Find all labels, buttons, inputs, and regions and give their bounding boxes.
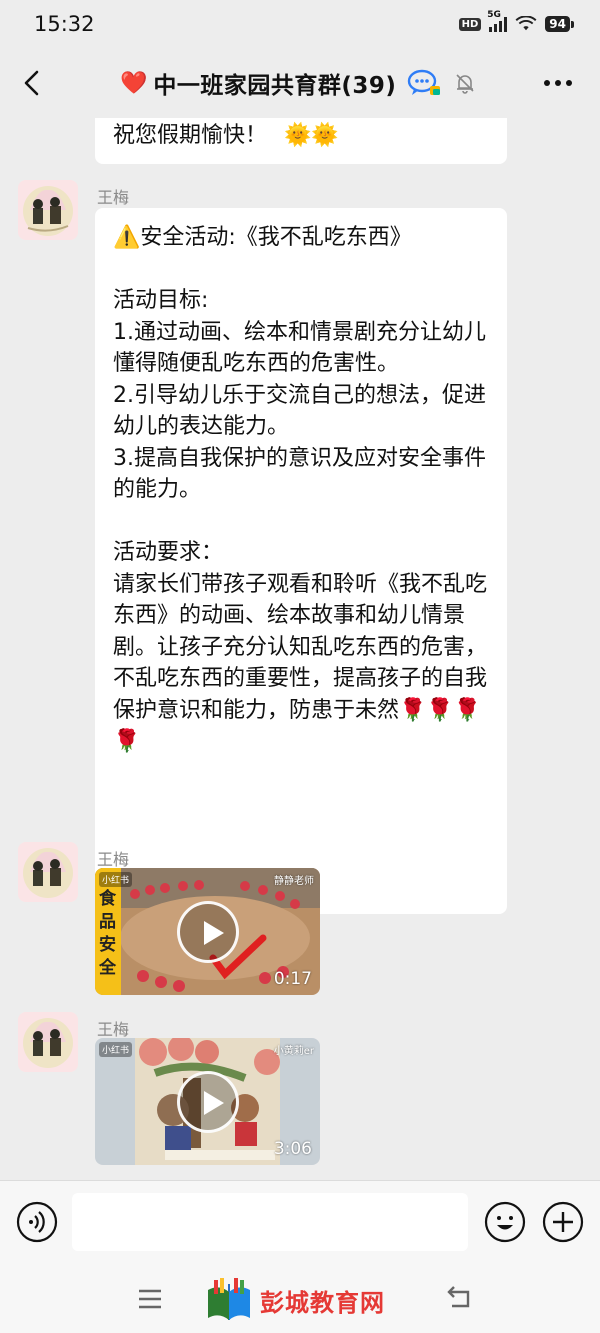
chat-title: 中一班家园共育群(39) [153,73,397,99]
play-icon[interactable] [176,1070,239,1133]
avatar[interactable] [18,180,78,240]
video-source-tag: 小红书 [99,872,133,887]
video-duration: 3:06 [273,1139,312,1159]
video-author-tag: 小黄莉er [273,1046,314,1057]
sender-name: 王梅 [97,850,130,869]
video-side-title: 食品安全 [99,889,116,978]
video-author-tag: 静静老师 [274,876,314,887]
watermark-text: 彭城教育网 [260,1287,385,1317]
heart-emoji: ❤️ [120,70,148,96]
play-icon[interactable] [176,900,239,963]
sun-emoji: 🌞🌞 [284,123,339,148]
avatar[interactable] [18,842,78,902]
system-nav-bar: 彭城教育网 [0,1266,600,1333]
battery-icon: 94 [545,16,574,32]
video-message-1[interactable]: 食品安全 小红书 静静老师 0:17 [95,868,320,995]
voice-icon[interactable] [16,1201,58,1243]
status-bar: 15:32 HD 5G 94 [0,0,600,48]
message-input[interactable] [72,1193,468,1251]
message-list[interactable]: 祝您假期愉快！ 🌞🌞 王梅 ⚠️安全活动:《我不乱吃东西》 活动目标: 1.通过… [0,118,600,1180]
back-arrow-icon[interactable] [18,68,48,98]
video-source-tag: 小红书 [99,1042,133,1057]
mute-bell-icon [456,74,475,94]
emoji-icon[interactable] [484,1201,526,1243]
book-logo-icon [208,1278,250,1320]
network-type: 5G [487,10,501,20]
input-bar [0,1180,600,1266]
avatar[interactable] [18,1012,78,1072]
hd-icon: HD [458,17,482,31]
wifi-icon [515,16,537,31]
status-time: 15:32 [34,12,95,36]
status-icons: HD 5G 94 [458,10,574,32]
message-bubble-previous[interactable]: 祝您假期愉快！ 🌞🌞 [95,118,507,164]
chat-header: ❤️ 中一班家园共育群(39) [0,48,600,118]
message-text: 祝您假期愉快！ [113,123,268,148]
nav-back-icon[interactable] [444,1284,474,1312]
message-bubble-post[interactable]: ⚠️安全活动:《我不乱吃东西》 活动目标: 1.通过动画、绘本和情景剧充分让幼儿… [95,208,507,914]
sender-name: 王梅 [97,188,130,207]
video-message-2[interactable]: 小红书 小黄莉er 3:06 [95,1038,320,1165]
signal-icon: 5G [487,10,508,32]
menu-icon[interactable] [136,1286,164,1312]
plus-icon[interactable] [542,1201,584,1243]
chat-badge-icon [408,69,441,95]
video-duration: 0:17 [273,969,312,989]
watermark: 彭城教育网 [204,1278,385,1322]
chat-title-area[interactable]: ❤️ 中一班家园共育群(39) [120,66,476,100]
more-options-icon[interactable] [542,72,574,94]
sender-name: 王梅 [97,1020,130,1039]
